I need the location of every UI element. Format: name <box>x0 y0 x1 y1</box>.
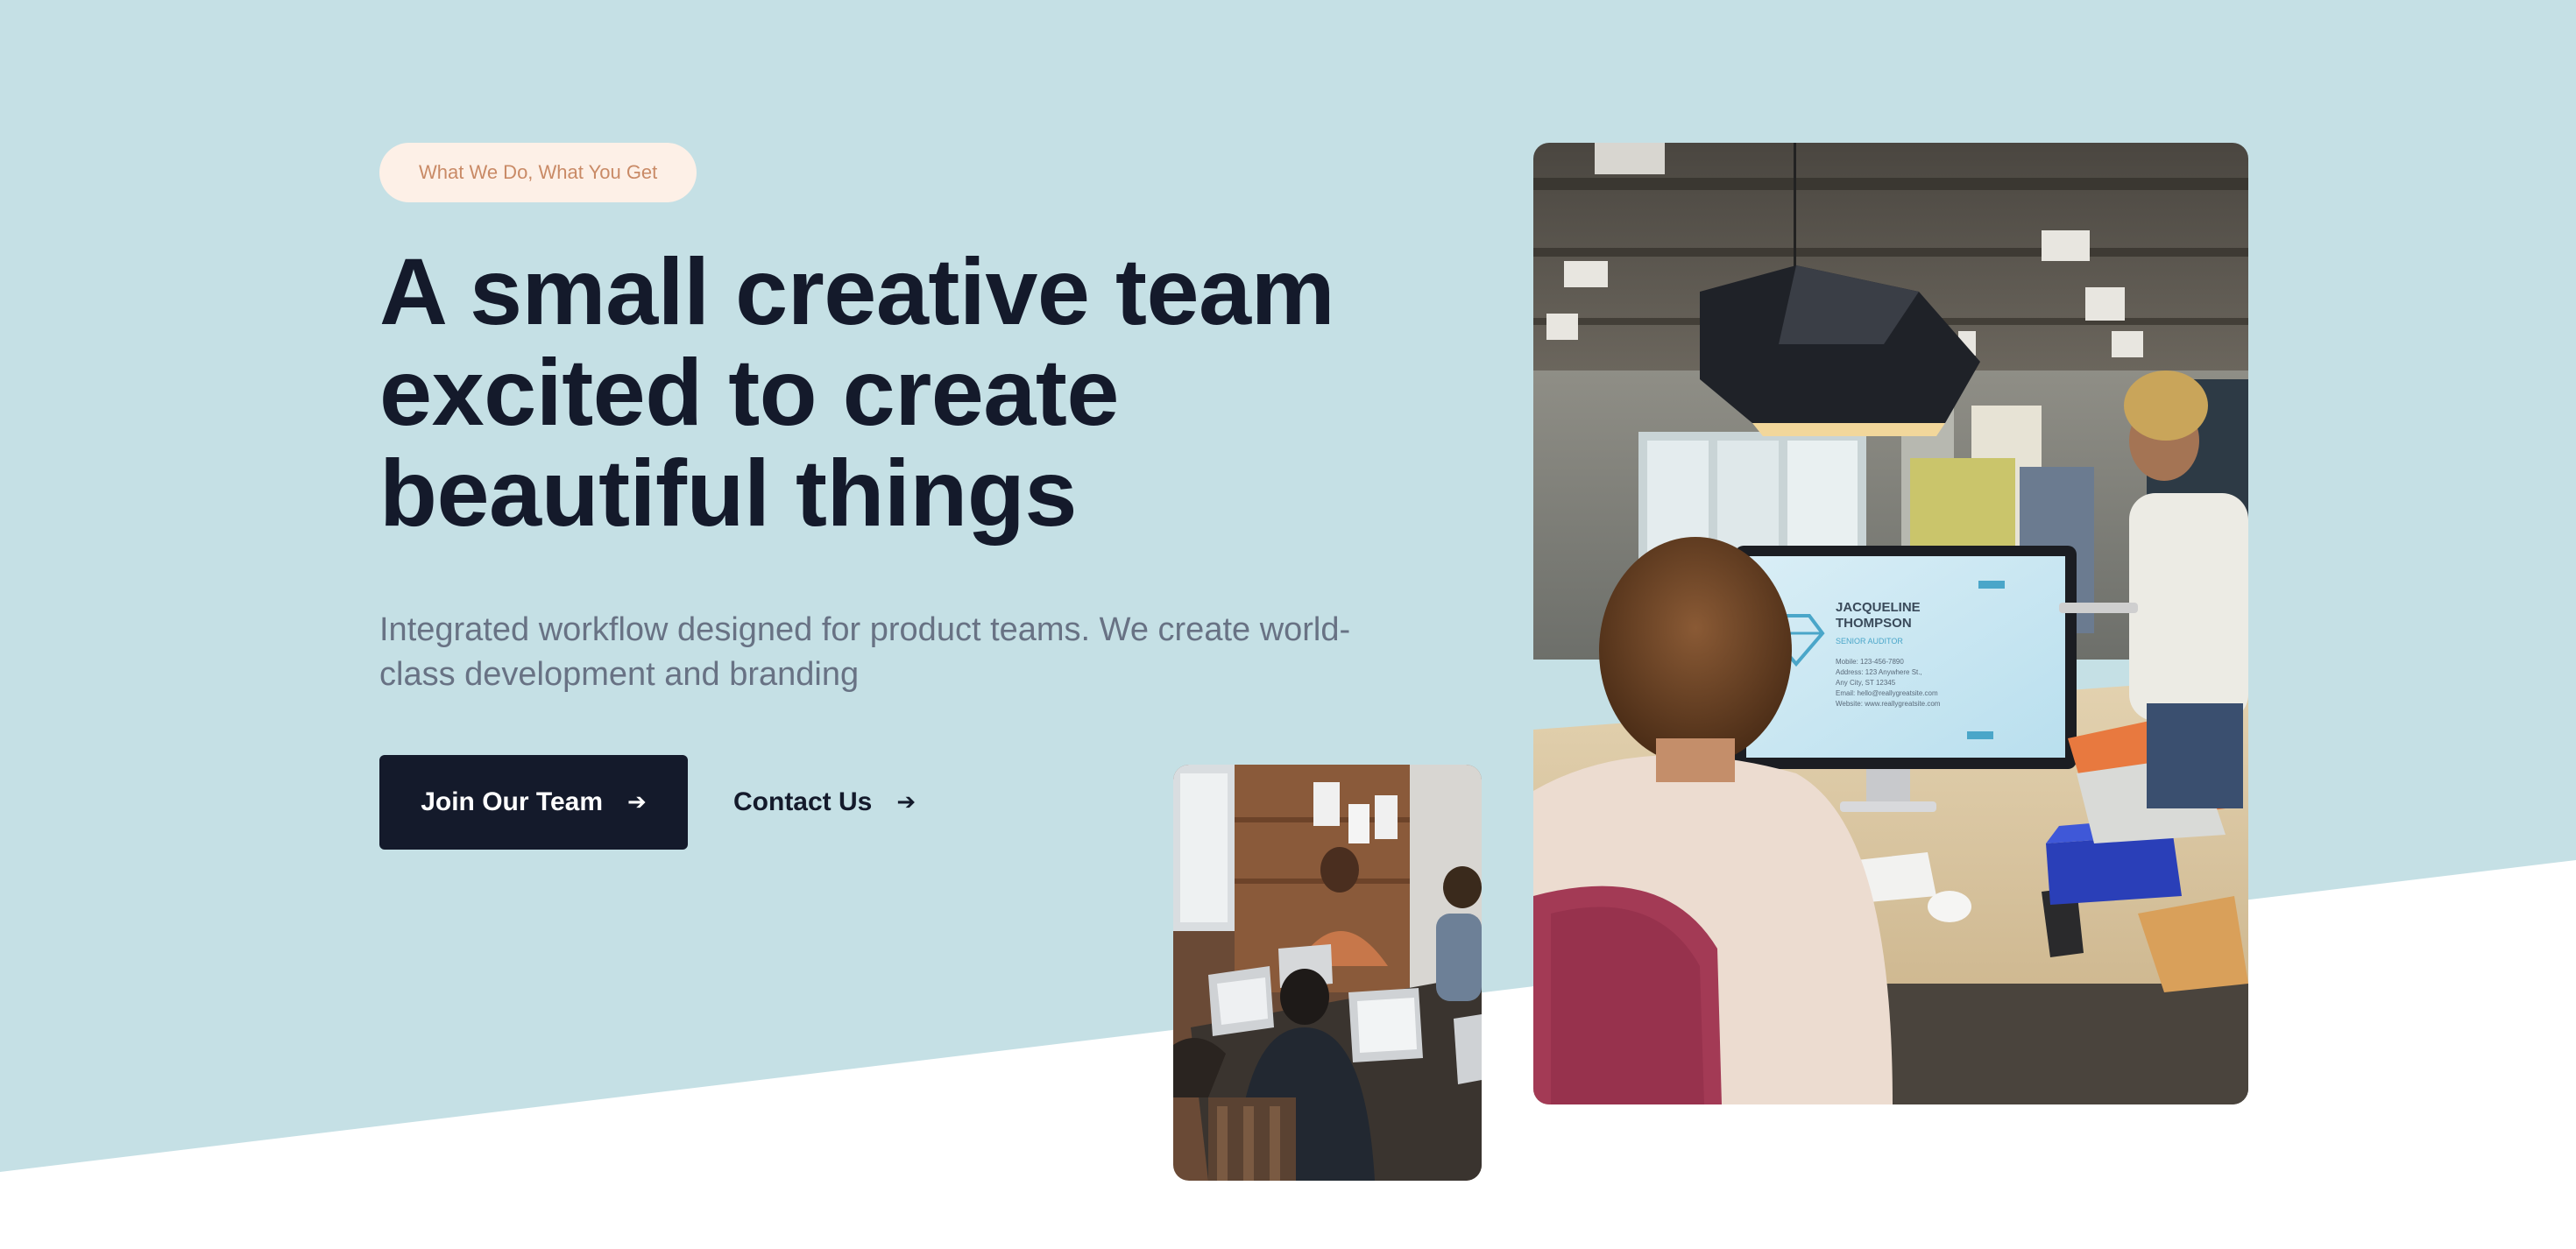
svg-text:Any City, ST 12345: Any City, ST 12345 <box>1836 679 1896 687</box>
arrow-right-icon: ➔ <box>627 789 647 815</box>
join-our-team-button[interactable]: Join Our Team ➔ <box>379 755 688 850</box>
join-our-team-label: Join Our Team <box>421 787 604 816</box>
svg-text:JACQUELINE: JACQUELINE <box>1836 600 1921 615</box>
team-meeting-photo <box>1173 765 1482 1181</box>
hero-description: Integrated workflow designed for product… <box>379 611 1351 693</box>
eyebrow-badge: What We Do, What You Get <box>379 143 697 202</box>
svg-text:Address: 123 Anywhere St.,: Address: 123 Anywhere St., <box>1836 668 1922 676</box>
hero-content: What We Do, What You Get A small creativ… <box>379 143 1387 850</box>
office-photo: JACQUELINE THOMPSON SENIOR AUDITOR Mobil… <box>1533 143 2248 1104</box>
svg-text:SENIOR AUDITOR: SENIOR AUDITOR <box>1836 637 1903 646</box>
hero-headline: A small creative team excited to create … <box>379 238 1335 546</box>
contact-us-label: Contact Us <box>733 787 873 816</box>
svg-text:Email: hello@reallygreatsite.c: Email: hello@reallygreatsite.com <box>1836 689 1938 697</box>
svg-text:Website: www.reallygreatsite.c: Website: www.reallygreatsite.com <box>1836 700 1941 708</box>
svg-text:THOMPSON: THOMPSON <box>1836 616 1912 631</box>
svg-text:Mobile: 123-456-7890: Mobile: 123-456-7890 <box>1836 658 1904 666</box>
arrow-right-icon: ➔ <box>896 789 916 815</box>
contact-us-link[interactable]: Contact Us ➔ <box>733 787 916 817</box>
